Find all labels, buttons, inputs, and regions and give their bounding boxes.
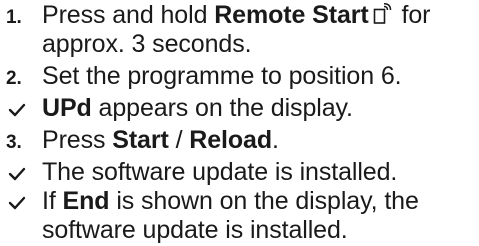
result-2: The software update is installed. — [0, 158, 479, 187]
separator: / — [168, 126, 190, 154]
remote-start-label: Remote Start — [214, 1, 369, 29]
check-icon — [8, 167, 26, 181]
check-icon — [8, 196, 26, 210]
step-text: Set the programme to position 6. — [42, 62, 402, 90]
step-number: 2. — [6, 68, 22, 89]
step-text: Press and hold — [42, 1, 215, 29]
step-text: . — [272, 126, 279, 154]
result-1: UPd appears on the display. — [0, 94, 479, 123]
step-number: 1. — [6, 7, 22, 28]
step-1: 1. Press and hold Remote Start for appro… — [0, 1, 479, 59]
step-number: 3. — [6, 132, 22, 153]
step-3: 3. Press Start / Reload. — [0, 126, 479, 155]
reload-label: Reload — [189, 126, 273, 154]
result-3: If End is shown on the display, the soft… — [0, 187, 479, 245]
result-text: If — [42, 187, 63, 215]
result-text: The software update is installed. — [42, 158, 398, 186]
result-text: appears on the display. — [91, 94, 353, 122]
step-text: Press — [42, 126, 113, 154]
check-icon — [8, 103, 26, 117]
step-2: 2. Set the programme to position 6. — [0, 62, 479, 91]
upd-label: UPd — [42, 94, 92, 122]
end-label: End — [62, 187, 110, 215]
instruction-document: 1. Press and hold Remote Start for appro… — [0, 0, 479, 246]
remote-start-icon — [373, 3, 393, 25]
start-label: Start — [112, 126, 169, 154]
